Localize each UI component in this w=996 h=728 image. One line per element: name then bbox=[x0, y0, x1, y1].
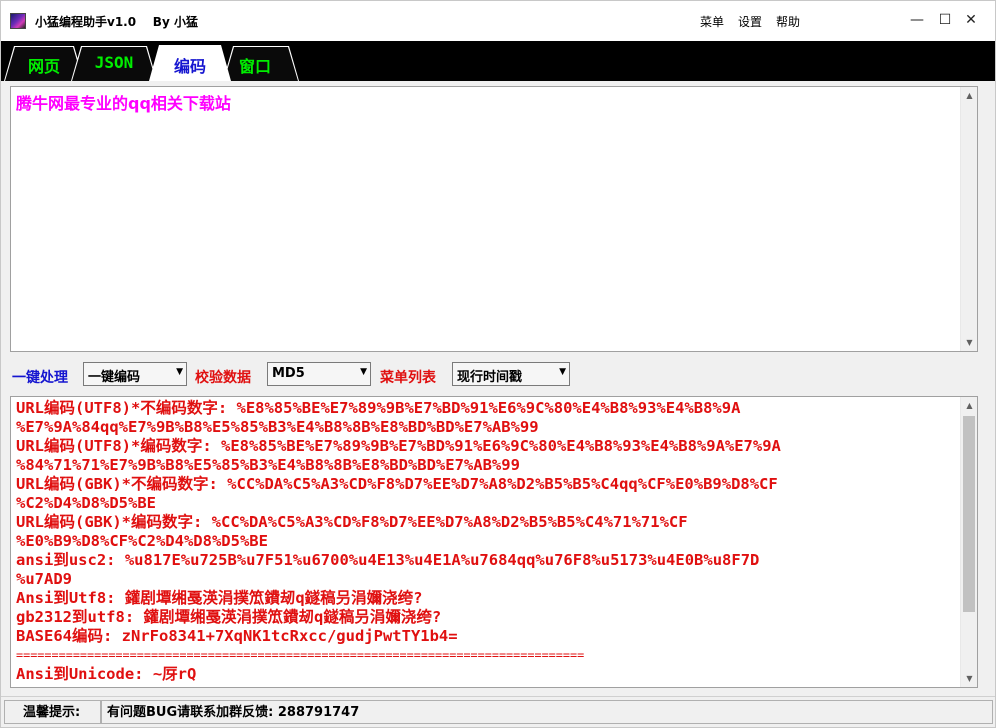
output-line: BASE64编码: zNrFo8341+7XqNK1tcRxcc/gudjPwt… bbox=[16, 627, 458, 645]
window-title: 小猛编程助手v1.0 By 小猛 bbox=[35, 15, 198, 29]
app-logo-icon bbox=[10, 13, 26, 29]
output-line: URL编码(UTF8)*编码数字: %E8%85%BE%E7%89%9B%E7%… bbox=[16, 437, 781, 455]
chevron-down-icon: ▼ bbox=[559, 367, 566, 377]
output-line: %C2%D4%D8%D5%BE bbox=[16, 494, 156, 512]
checksum-label: 校验数据 bbox=[195, 370, 251, 386]
menu-item-menu[interactable]: 菜单 bbox=[700, 13, 724, 30]
app-window: 小猛编程助手v1.0 By 小猛 菜单 设置 帮助 — ☐ ✕ 网页 JSON … bbox=[0, 0, 996, 728]
output-line: %E0%B9%D8%CF%C2%D4%D8%D5%BE bbox=[16, 532, 268, 550]
output-line: %84%71%71%E7%9B%B8%E5%85%B3%E4%B8%8B%E8%… bbox=[16, 456, 520, 474]
separator-line: ========================================… bbox=[16, 648, 585, 662]
chevron-down-icon: ▼ bbox=[176, 367, 183, 377]
scroll-thumb[interactable] bbox=[963, 416, 975, 612]
output-line: gb2312到utf8: 鑵剧墰缃戞渶涓撲笟鐨刼q鐩稿叧涓嬭浇绔? bbox=[16, 608, 442, 626]
status-label: 温馨提示: bbox=[23, 705, 81, 720]
scroll-down-icon[interactable]: ▼ bbox=[961, 334, 978, 351]
output-line: %u7AD9 bbox=[16, 570, 72, 588]
menu-list-label: 菜单列表 bbox=[380, 370, 436, 386]
scroll-up-icon[interactable]: ▲ bbox=[961, 397, 977, 414]
one-key-select[interactable]: 一键编码 ▼ bbox=[83, 362, 187, 386]
input-textarea[interactable]: 腾牛网最专业的qq相关下载站 ▲ ▼ bbox=[10, 86, 978, 352]
status-bar: 温馨提示: 有问题BUG请联系加群反馈: 288791747 bbox=[1, 696, 995, 727]
checksum-select[interactable]: MD5 ▼ bbox=[267, 362, 371, 386]
close-button[interactable]: ✕ bbox=[957, 7, 985, 33]
output-textarea[interactable]: URL编码(UTF8)*不编码数字: %E8%85%BE%E7%89%9B%E7… bbox=[10, 396, 978, 688]
input-scrollbar[interactable]: ▲ ▼ bbox=[960, 87, 977, 351]
tab-window-label: 窗口 bbox=[238, 57, 271, 76]
status-message: 有问题BUG请联系加群反馈: 288791747 bbox=[107, 705, 360, 720]
tab-webpage-label: 网页 bbox=[27, 57, 60, 76]
chevron-down-icon: ▼ bbox=[360, 367, 367, 377]
menu-list-select[interactable]: 现行时间戳 ▼ bbox=[452, 362, 570, 386]
input-text: 腾牛网最专业的qq相关下载站 bbox=[16, 94, 231, 113]
output-lines: URL编码(UTF8)*不编码数字: %E8%85%BE%E7%89%9B%E7… bbox=[16, 399, 951, 684]
tab-strip: 网页 JSON 窗口 编码 bbox=[1, 41, 995, 81]
scroll-up-icon[interactable]: ▲ bbox=[961, 87, 978, 104]
minimize-button[interactable]: — bbox=[903, 7, 931, 33]
tab-encoding-label: 编码 bbox=[173, 57, 206, 76]
one-key-process-label: 一键处理 bbox=[12, 370, 68, 386]
output-line: %E7%9A%84qq%E7%9B%B8%E5%85%B3%E4%B8%8B%E… bbox=[16, 418, 539, 436]
output-line: URL编码(UTF8)*不编码数字: %E8%85%BE%E7%89%9B%E7… bbox=[16, 399, 741, 417]
menu-item-settings[interactable]: 设置 bbox=[738, 13, 762, 30]
output-line: ansi到usc2: %u817E%u725B%u7F51%u6700%u4E1… bbox=[16, 551, 760, 569]
title-bar: 小猛编程助手v1.0 By 小猛 菜单 设置 帮助 — ☐ ✕ bbox=[1, 1, 995, 41]
output-line: Ansi到Unicode: ~厊rQ bbox=[16, 665, 197, 683]
output-line: URL编码(GBK)*编码数字: %CC%DA%C5%A3%CD%F8%D7%E… bbox=[16, 513, 688, 531]
output-scrollbar[interactable]: ▲ ▼ bbox=[960, 397, 977, 687]
scroll-down-icon[interactable]: ▼ bbox=[961, 670, 977, 687]
output-line: Ansi到Utf8: 鑵剧墰缃戞渶涓撲笟鐨刼q鐩稿叧涓嬭浇绔? bbox=[16, 589, 423, 607]
tab-json-label: JSON bbox=[94, 53, 134, 72]
menu-item-help[interactable]: 帮助 bbox=[776, 13, 800, 30]
output-line: URL编码(GBK)*不编码数字: %CC%DA%C5%A3%CD%F8%D7%… bbox=[16, 475, 778, 493]
maximize-button[interactable]: ☐ bbox=[931, 7, 959, 33]
